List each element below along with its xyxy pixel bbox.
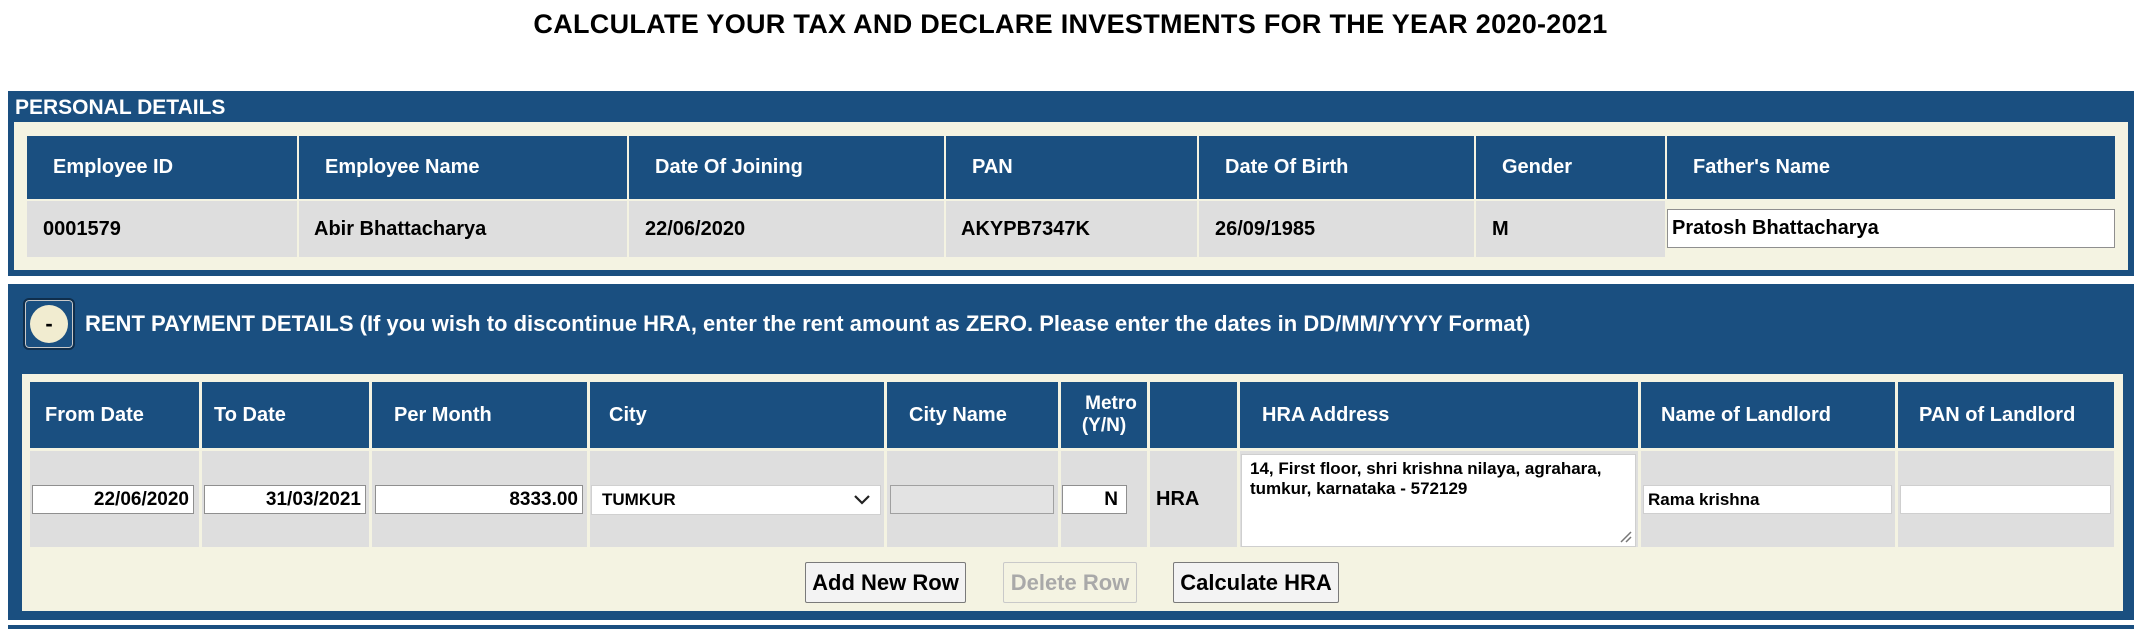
- landlord-name-input[interactable]: Rama krishna: [1643, 485, 1892, 514]
- from-date-input[interactable]: 22/06/2020: [32, 485, 194, 514]
- pan-value: AKYPB7347K: [946, 201, 1197, 257]
- employee-name-value: Abir Bhattacharya: [299, 201, 627, 257]
- rent-payment-title: RENT PAYMENT DETAILS (If you wish to dis…: [85, 311, 1531, 336]
- collapse-toggle-button[interactable]: -: [23, 298, 75, 350]
- header-landlord-name: Name of Landlord: [1641, 382, 1895, 448]
- city-name-input[interactable]: [890, 485, 1054, 514]
- header-date-of-birth: Date Of Birth: [1199, 136, 1474, 199]
- header-per-month: Per Month: [372, 382, 587, 448]
- chevron-down-icon: [854, 495, 870, 505]
- resize-handle-icon[interactable]: [1618, 529, 1632, 543]
- header-city: City: [590, 382, 884, 448]
- personal-details-title: PERSONAL DETAILS: [15, 96, 226, 119]
- header-metro-line1: Metro: [1085, 393, 1137, 414]
- header-hra-address: HRA Address: [1240, 382, 1638, 448]
- employee-id-value: 0001579: [27, 201, 297, 257]
- calculate-hra-button[interactable]: Calculate HRA: [1173, 562, 1339, 603]
- header-pan: PAN: [946, 136, 1197, 199]
- header-hra-label-col: [1150, 382, 1237, 448]
- collapse-toggle-circle: -: [30, 305, 68, 343]
- date-of-joining-value: 22/06/2020: [629, 201, 944, 257]
- header-city-name: City Name: [887, 382, 1058, 448]
- collapse-toggle-label: -: [45, 311, 53, 336]
- hra-address-text: 14, First floor, shri krishna nilaya, ag…: [1250, 459, 1602, 498]
- to-date-input[interactable]: 31/03/2021: [204, 485, 366, 514]
- city-select[interactable]: TUMKUR: [591, 485, 881, 515]
- hra-label: HRA: [1156, 487, 1200, 510]
- bottom-next-panel: [8, 625, 2134, 629]
- header-date-of-joining: Date Of Joining: [629, 136, 944, 199]
- header-from-date: From Date: [30, 382, 199, 448]
- header-employee-name: Employee Name: [299, 136, 627, 199]
- gender-value: M: [1476, 201, 1665, 257]
- date-of-birth-value: 26/09/1985: [1199, 201, 1474, 257]
- landlord-pan-input[interactable]: [1900, 485, 2111, 514]
- header-to-date: To Date: [202, 382, 369, 448]
- metro-input[interactable]: N: [1062, 485, 1127, 514]
- header-landlord-pan: PAN of Landlord: [1898, 382, 2114, 448]
- hra-label-cell: HRA: [1150, 451, 1237, 547]
- page-title: CALCULATE YOUR TAX AND DECLARE INVESTMEN…: [533, 9, 1608, 39]
- delete-row-button[interactable]: Delete Row: [1003, 562, 1137, 603]
- header-fathers-name: Father's Name: [1667, 136, 2115, 199]
- add-new-row-button[interactable]: Add New Row: [805, 562, 966, 603]
- city-select-value: TUMKUR: [602, 490, 676, 509]
- header-gender: Gender: [1476, 136, 1665, 199]
- header-employee-id: Employee ID: [27, 136, 297, 199]
- fathers-name-field[interactable]: Pratosh Bhattacharya: [1667, 209, 2115, 248]
- per-month-input[interactable]: 8333.00: [375, 485, 583, 514]
- hra-address-textarea[interactable]: 14, First floor, shri krishna nilaya, ag…: [1241, 454, 1636, 547]
- header-metro-line2: (Y/N): [1081, 415, 1127, 436]
- header-metro: Metro (Y/N): [1061, 382, 1147, 448]
